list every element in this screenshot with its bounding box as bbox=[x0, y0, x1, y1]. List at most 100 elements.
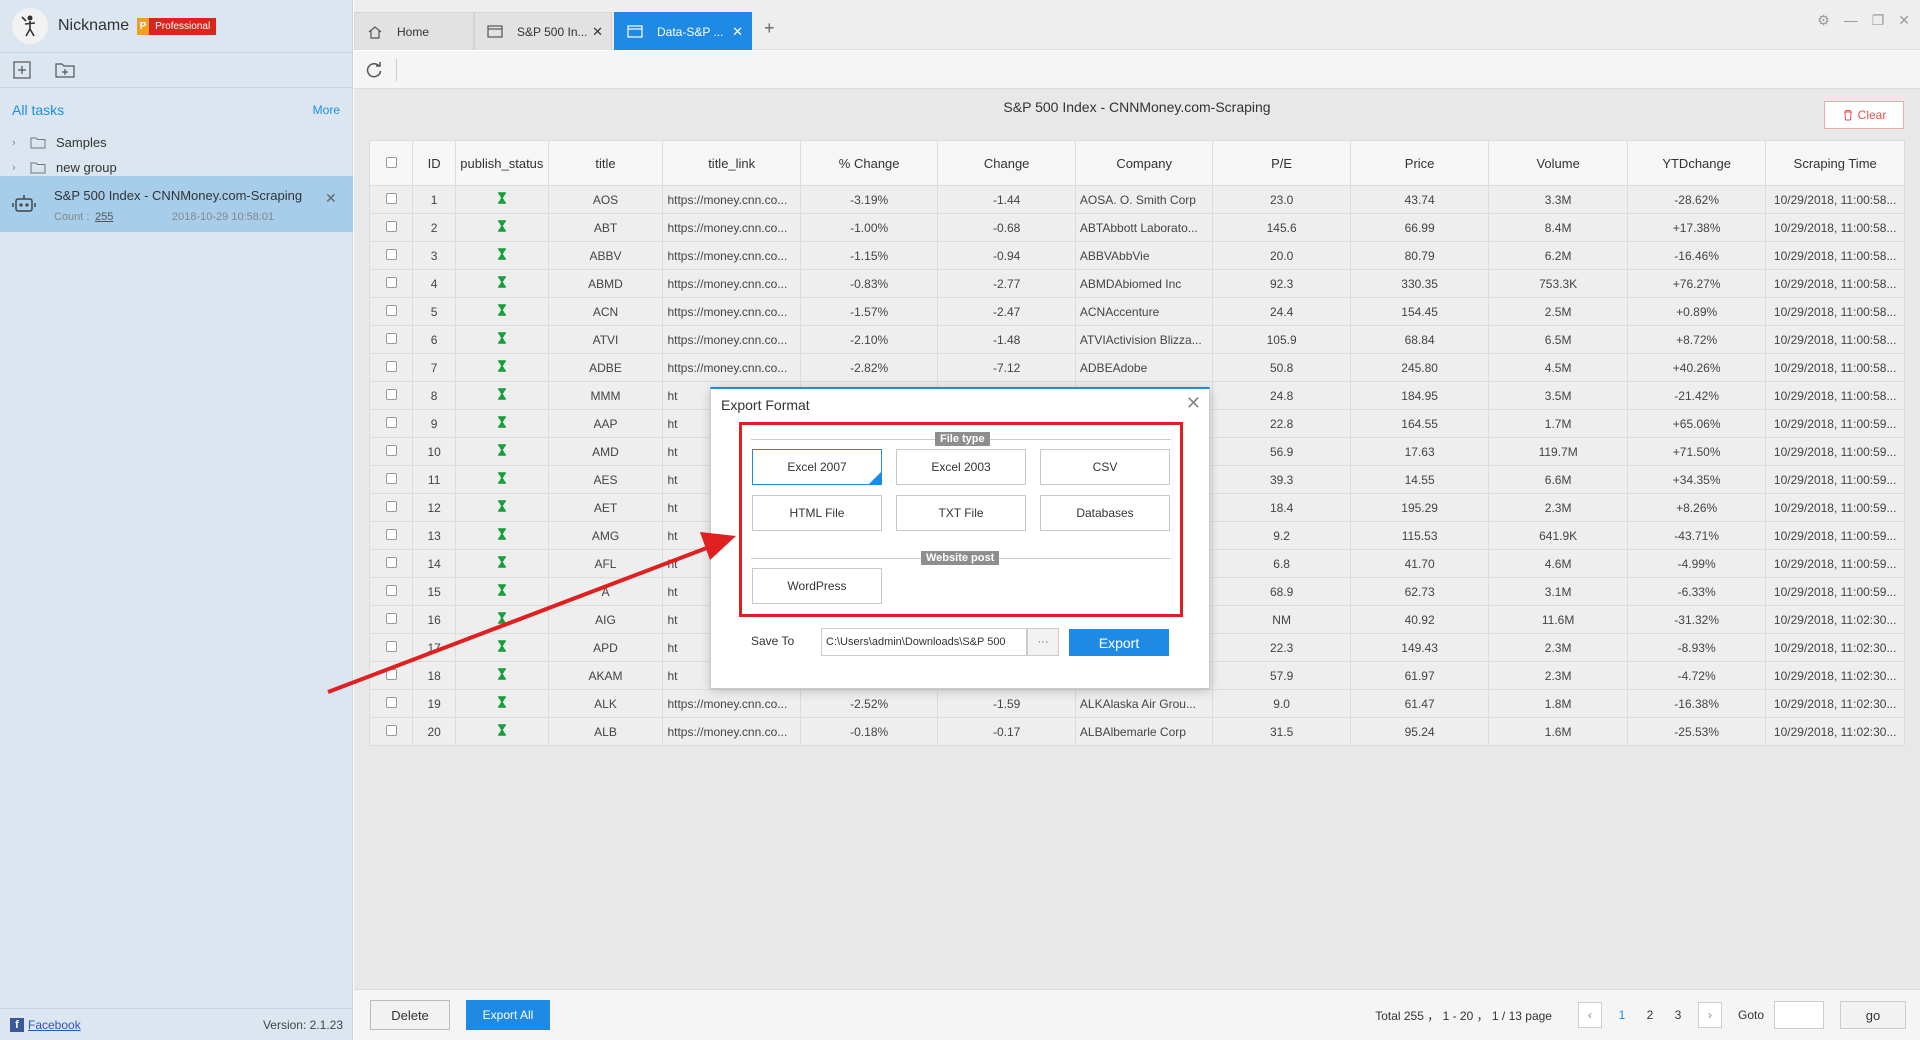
new-task-icon[interactable] bbox=[12, 60, 32, 80]
row-checkbox[interactable] bbox=[385, 304, 397, 316]
table-cell: 10/29/2018, 11:00:58... bbox=[1765, 185, 1905, 214]
all-tasks-link[interactable]: All tasks bbox=[12, 102, 64, 118]
table-cell: 31.5 bbox=[1212, 717, 1351, 746]
row-select-cell bbox=[368, 661, 414, 690]
close-icon[interactable]: ✕ bbox=[592, 24, 603, 40]
table-cell: ABBVAbbVie bbox=[1074, 241, 1214, 270]
row-checkbox[interactable] bbox=[385, 584, 397, 596]
new-group-icon[interactable] bbox=[54, 60, 76, 80]
prev-page-icon[interactable]: ‹ bbox=[1577, 1002, 1602, 1028]
row-checkbox[interactable] bbox=[385, 500, 397, 512]
wordpress-button[interactable]: WordPress bbox=[752, 568, 882, 604]
format-csv-button[interactable]: CSV bbox=[1040, 449, 1170, 485]
row-checkbox[interactable] bbox=[385, 332, 397, 344]
tab-home[interactable]: Home bbox=[354, 12, 474, 50]
row-checkbox[interactable] bbox=[385, 668, 397, 680]
page-3[interactable]: 3 bbox=[1664, 1008, 1692, 1022]
row-checkbox[interactable] bbox=[385, 640, 397, 652]
refresh-icon[interactable] bbox=[364, 60, 384, 80]
row-checkbox[interactable] bbox=[385, 192, 397, 204]
row-checkbox[interactable] bbox=[385, 444, 397, 456]
more-link[interactable]: More bbox=[313, 103, 340, 117]
tab-data[interactable]: Data-S&P ... ✕ bbox=[614, 12, 752, 50]
table-row[interactable]: 4 ABMD https://money.cnn.co... -0.83% -2.77 A… bbox=[368, 269, 1905, 298]
format-txt-button[interactable]: TXT File bbox=[896, 495, 1026, 531]
clear-button[interactable]: Clear bbox=[1824, 101, 1904, 129]
table-row[interactable]: 1 AOS https://money.cnn.co... -3.19% -1.44 AO… bbox=[368, 185, 1905, 214]
browse-button[interactable]: ··· bbox=[1027, 628, 1059, 656]
column-header[interactable]: title bbox=[547, 140, 664, 186]
task-item[interactable]: S&P 500 Index - CNNMoney.com-Scraping Co… bbox=[0, 176, 353, 232]
facebook-link[interactable]: f Facebook bbox=[10, 1017, 81, 1032]
group-samples[interactable]: › Samples bbox=[0, 130, 352, 155]
column-header[interactable]: Price bbox=[1349, 140, 1490, 186]
format-databases-button[interactable]: Databases bbox=[1040, 495, 1170, 531]
format-excel-2007-button[interactable]: Excel 2007 bbox=[752, 449, 882, 485]
close-icon[interactable]: ✕ bbox=[732, 24, 743, 40]
save-path-input[interactable]: C:\Users\admin\Downloads\S&P 500 bbox=[821, 628, 1027, 656]
tab-task[interactable]: S&P 500 In... ✕ bbox=[474, 12, 612, 50]
dialog-title: Export Format bbox=[721, 397, 810, 413]
group-label: Samples bbox=[56, 135, 107, 150]
page-1[interactable]: 1 bbox=[1608, 1008, 1636, 1022]
column-header[interactable]: title_link bbox=[662, 140, 801, 186]
table-cell: 8.4M bbox=[1488, 213, 1628, 242]
table-row[interactable]: 7 ADBE https://money.cnn.co... -2.82% -7.12 A… bbox=[368, 353, 1905, 382]
row-checkbox[interactable] bbox=[385, 556, 397, 568]
table-row[interactable]: 3 ABBV https://money.cnn.co... -1.15% -0.94 A… bbox=[368, 241, 1905, 270]
cell-id: 13 bbox=[412, 521, 457, 550]
row-checkbox[interactable] bbox=[385, 220, 397, 232]
close-icon[interactable]: ✕ bbox=[1898, 12, 1910, 29]
export-all-button[interactable]: Export All bbox=[466, 1000, 550, 1030]
restore-icon[interactable]: ❐ bbox=[1872, 12, 1885, 29]
table-cell: https://money.cnn.co... bbox=[662, 185, 801, 214]
avatar[interactable] bbox=[12, 8, 48, 44]
table-row[interactable]: 20 ALB https://money.cnn.co... -0.18% -0.17 A… bbox=[368, 717, 1905, 746]
table-row[interactable]: 19 ALK https://money.cnn.co... -2.52% -1.59 A… bbox=[368, 689, 1905, 718]
row-checkbox[interactable] bbox=[385, 528, 397, 540]
gear-icon[interactable]: ⚙ bbox=[1817, 12, 1830, 29]
column-header[interactable]: Company bbox=[1074, 140, 1214, 186]
table-cell: 61.47 bbox=[1349, 689, 1490, 718]
format-excel-2003-button[interactable]: Excel 2003 bbox=[896, 449, 1026, 485]
row-checkbox[interactable] bbox=[385, 248, 397, 260]
page-2[interactable]: 2 bbox=[1636, 1008, 1664, 1022]
window-icon bbox=[627, 25, 643, 38]
close-icon[interactable]: ✕ bbox=[1186, 393, 1201, 414]
row-checkbox[interactable] bbox=[385, 416, 397, 428]
chevron-right-icon[interactable]: › bbox=[12, 137, 30, 149]
facebook-label[interactable]: Facebook bbox=[28, 1018, 81, 1032]
goto-input[interactable] bbox=[1774, 1001, 1824, 1029]
table-row[interactable]: 5 ACN https://money.cnn.co... -1.57% -2.47 AC… bbox=[368, 297, 1905, 326]
column-header[interactable]: Volume bbox=[1488, 140, 1628, 186]
delete-button[interactable]: Delete bbox=[370, 1000, 450, 1030]
close-icon[interactable]: ✕ bbox=[325, 190, 337, 207]
table-cell: -2.82% bbox=[799, 353, 939, 382]
column-header[interactable]: Change bbox=[937, 140, 1076, 186]
column-header[interactable]: Scraping Time bbox=[1765, 140, 1905, 186]
task-count[interactable]: 255 bbox=[95, 211, 113, 223]
minimize-icon[interactable]: — bbox=[1844, 12, 1858, 29]
row-checkbox[interactable] bbox=[385, 696, 397, 708]
column-header[interactable]: ID bbox=[412, 140, 457, 186]
format-html-button[interactable]: HTML File bbox=[752, 495, 882, 531]
row-checkbox[interactable] bbox=[385, 388, 397, 400]
export-button[interactable]: Export bbox=[1069, 629, 1169, 656]
chevron-right-icon[interactable]: › bbox=[12, 162, 30, 174]
column-header[interactable]: % Change bbox=[799, 140, 939, 186]
table-cell: ABTAbbott Laborato... bbox=[1074, 213, 1214, 242]
add-tab-icon[interactable]: + bbox=[764, 18, 775, 39]
row-checkbox[interactable] bbox=[385, 276, 397, 288]
row-checkbox[interactable] bbox=[385, 724, 397, 736]
column-header[interactable]: YTDchange bbox=[1626, 140, 1767, 186]
row-checkbox[interactable] bbox=[385, 612, 397, 624]
column-header[interactable]: publish_status bbox=[455, 140, 549, 186]
next-page-icon[interactable]: › bbox=[1697, 1002, 1722, 1028]
row-checkbox[interactable] bbox=[385, 472, 397, 484]
row-checkbox[interactable] bbox=[385, 360, 397, 372]
column-header[interactable]: P/E bbox=[1212, 140, 1351, 186]
go-button[interactable]: go bbox=[1840, 1001, 1906, 1029]
table-row[interactable]: 6 ATVI https://money.cnn.co... -2.10% -1.48 A… bbox=[368, 325, 1905, 354]
table-row[interactable]: 2 ABT https://money.cnn.co... -1.00% -0.68 AB… bbox=[368, 213, 1905, 242]
select-all-checkbox[interactable] bbox=[385, 156, 397, 168]
